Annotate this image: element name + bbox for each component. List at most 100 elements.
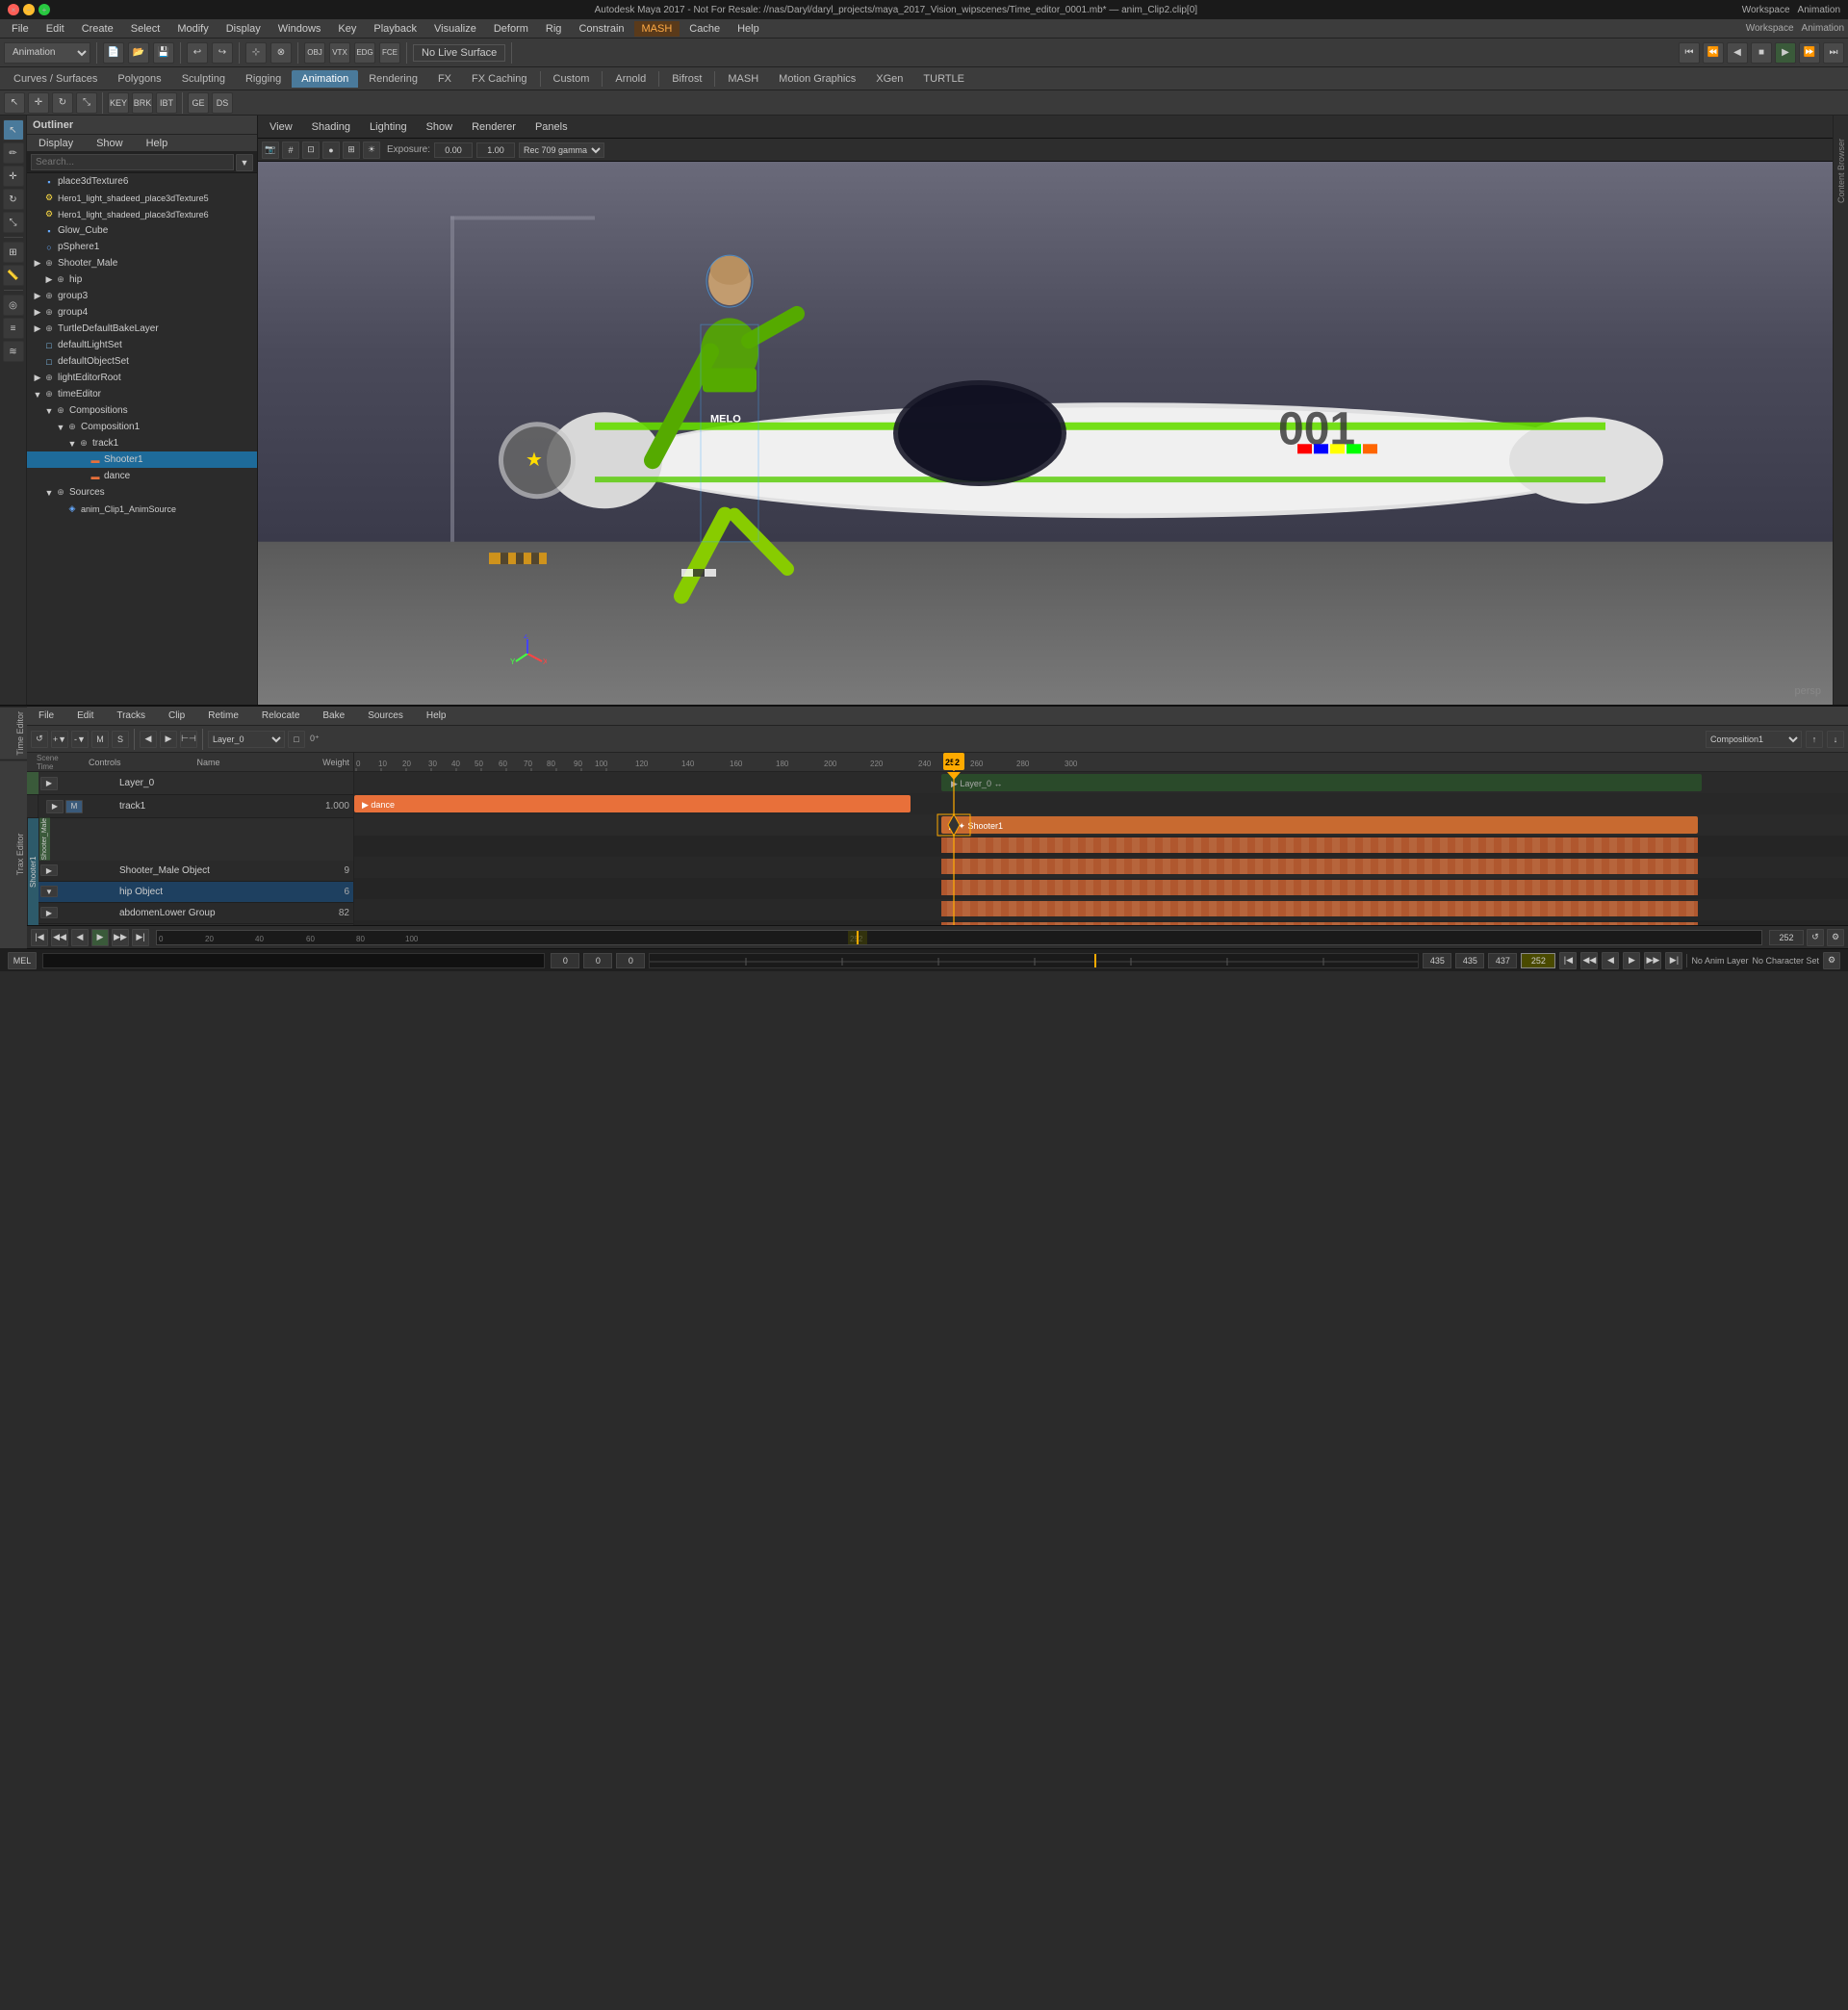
composition-dropdown[interactable]: Composition1 bbox=[1706, 731, 1802, 748]
timeline-tracks[interactable]: 0 10 20 30 40 50 60 bbox=[354, 753, 1848, 925]
track1-vis-btn[interactable]: ▶ bbox=[46, 800, 64, 813]
tree-turtle-bake[interactable]: ▶ ⊕ TurtleDefaultBakeLayer bbox=[27, 321, 257, 337]
tab-xgen[interactable]: XGen bbox=[866, 70, 912, 88]
end-input3[interactable] bbox=[1488, 953, 1517, 968]
move-tool-left[interactable]: ✛ bbox=[3, 166, 24, 187]
range-start2-input[interactable] bbox=[583, 953, 612, 968]
tab-fx[interactable]: FX bbox=[428, 70, 461, 88]
tree-compositions[interactable]: ▼ ⊕ Compositions bbox=[27, 402, 257, 419]
dope-sheet-btn[interactable]: DS bbox=[212, 92, 233, 114]
tab-motion-graphics[interactable]: Motion Graphics bbox=[769, 70, 865, 88]
mel-python-toggle[interactable]: MEL bbox=[8, 952, 37, 969]
track1-mute-btn[interactable]: M bbox=[65, 800, 83, 813]
tree-hip[interactable]: ▶ ⊕ hip bbox=[27, 271, 257, 288]
rotate-tool-left[interactable]: ↻ bbox=[3, 189, 24, 210]
tree-dance[interactable]: ▬ dance bbox=[27, 468, 257, 484]
track-layer0[interactable]: ▶ Layer_0 bbox=[27, 772, 353, 795]
te-add-track-btn[interactable]: +▼ bbox=[51, 731, 68, 748]
end-input1[interactable] bbox=[1423, 953, 1451, 968]
te-tracks-menu[interactable]: Tracks bbox=[109, 709, 153, 723]
vp-lighting-menu[interactable]: Lighting bbox=[362, 119, 415, 135]
outliner-show-menu[interactable]: Show bbox=[89, 136, 131, 151]
menu-modify[interactable]: Modify bbox=[169, 21, 216, 37]
tab-custom[interactable]: Custom bbox=[544, 70, 600, 88]
play-fwd-btn[interactable]: ▶ bbox=[1775, 42, 1796, 64]
tree-sources[interactable]: ▼ ⊕ Sources bbox=[27, 484, 257, 501]
vp-shading-menu[interactable]: Shading bbox=[304, 119, 358, 135]
tc-prev-btn[interactable]: ◀◀ bbox=[51, 929, 68, 946]
tc-prev-frame-btn[interactable]: ◀ bbox=[71, 929, 89, 946]
graph-editor-btn[interactable]: GE bbox=[188, 92, 209, 114]
menu-edit[interactable]: Edit bbox=[38, 21, 72, 37]
scale-tool-left[interactable]: ⤡ bbox=[3, 212, 24, 233]
current-frame-status[interactable] bbox=[1521, 953, 1555, 968]
tc-end-btn[interactable]: ▶| bbox=[132, 929, 149, 946]
tree-default-objectset[interactable]: □ defaultObjectSet bbox=[27, 353, 257, 370]
te-edit-menu[interactable]: Edit bbox=[69, 709, 101, 723]
main-timeline[interactable] bbox=[649, 953, 1419, 968]
select-tool-left[interactable]: ↖ bbox=[3, 119, 24, 141]
menu-create[interactable]: Create bbox=[74, 21, 121, 37]
edge-mode-btn[interactable]: EDG bbox=[354, 42, 375, 64]
inbetween-btn[interactable]: IBT bbox=[156, 92, 177, 114]
tree-composition1[interactable]: ▼ ⊕ Composition1 bbox=[27, 419, 257, 435]
select-tool[interactable]: ↖ bbox=[4, 92, 25, 114]
new-file-btn[interactable]: 📄 bbox=[103, 42, 124, 64]
tree-lighteditorroot[interactable]: ▶ ⊕ lightEditorRoot bbox=[27, 370, 257, 386]
clips-area[interactable]: ▶ Layer_0 ↔ ▶ dance ▶ ✦ Shooter1 bbox=[354, 772, 1848, 925]
maximize-button[interactable]: + bbox=[38, 4, 50, 15]
step-back-btn[interactable]: ⏪ bbox=[1703, 42, 1724, 64]
end-input2[interactable] bbox=[1455, 953, 1484, 968]
rotate-tool[interactable]: ↻ bbox=[52, 92, 73, 114]
tab-rigging[interactable]: Rigging bbox=[236, 70, 291, 88]
play-end-btn[interactable]: ⏭ bbox=[1823, 42, 1844, 64]
snap-tool[interactable]: ⊞ bbox=[3, 242, 24, 263]
te-relocate-menu[interactable]: Relocate bbox=[254, 709, 307, 723]
key-btn[interactable]: KEY bbox=[108, 92, 129, 114]
te-move-left-btn[interactable]: ◀ bbox=[140, 731, 157, 748]
content-browser-tab[interactable]: Content Browser bbox=[1836, 139, 1846, 203]
tree-group4[interactable]: ▶ ⊕ group4 bbox=[27, 304, 257, 321]
step-fwd-btn[interactable]: ⏩ bbox=[1799, 42, 1820, 64]
move-tool[interactable]: ✛ bbox=[28, 92, 49, 114]
vp-show-menu[interactable]: Show bbox=[419, 119, 461, 135]
te-refresh-btn[interactable]: ↺ bbox=[31, 731, 48, 748]
command-line[interactable] bbox=[42, 953, 545, 968]
loop-btn[interactable]: ↺ bbox=[1807, 929, 1824, 946]
tree-animsource[interactable]: ◈ anim_Clip1_AnimSource bbox=[27, 501, 257, 517]
te-clip-menu[interactable]: Clip bbox=[161, 709, 192, 723]
te-remove-track-btn[interactable]: -▼ bbox=[71, 731, 89, 748]
menu-playback[interactable]: Playback bbox=[366, 21, 424, 37]
select-btn[interactable]: ⊹ bbox=[245, 42, 267, 64]
attr-tool[interactable]: ≡ bbox=[3, 318, 24, 339]
te-export-btn[interactable]: ↑ bbox=[1806, 731, 1823, 748]
playback-settings-btn[interactable]: ⚙ bbox=[1827, 929, 1844, 946]
status-settings-btn[interactable]: ⚙ bbox=[1823, 952, 1840, 969]
playback-btn-prev[interactable]: ◀◀ bbox=[1580, 952, 1598, 969]
tab-mash[interactable]: MASH bbox=[718, 70, 768, 88]
menu-help[interactable]: Help bbox=[730, 21, 767, 37]
playback-btn-start[interactable]: |◀ bbox=[1559, 952, 1577, 969]
track-track1[interactable]: ▶ M track1 1.000 bbox=[27, 795, 353, 818]
vp-panels-menu[interactable]: Panels bbox=[527, 119, 576, 135]
breakdown-btn[interactable]: BRK bbox=[132, 92, 153, 114]
te-move-right-btn[interactable]: ▶ bbox=[160, 731, 177, 748]
undo-btn[interactable]: ↩ bbox=[187, 42, 208, 64]
tree-default-lightset[interactable]: □ defaultLightSet bbox=[27, 337, 257, 353]
range-input3[interactable] bbox=[616, 953, 645, 968]
tab-fx-caching[interactable]: FX Caching bbox=[462, 70, 536, 88]
search-options-btn[interactable]: ▼ bbox=[236, 154, 253, 171]
viewport-canvas[interactable]: 001 bbox=[258, 162, 1833, 705]
vp-renderer-menu[interactable]: Renderer bbox=[464, 119, 524, 135]
menu-mash[interactable]: MASH bbox=[634, 21, 680, 37]
outliner-display-menu[interactable]: Display bbox=[31, 136, 81, 151]
menu-cache[interactable]: Cache bbox=[681, 21, 728, 37]
tree-hero1-light1[interactable]: ⚙ Hero1_light_shadeed_place3dTexture5 bbox=[27, 190, 257, 206]
animation-dropdown[interactable]: Animation bbox=[4, 42, 90, 64]
menu-display[interactable]: Display bbox=[218, 21, 269, 37]
tree-psphere1[interactable]: ○ pSphere1 bbox=[27, 239, 257, 255]
tree-timeeditor[interactable]: ▼ ⊕ timeEditor bbox=[27, 386, 257, 402]
obj-mode-btn[interactable]: OBJ bbox=[304, 42, 325, 64]
playback-btn-end[interactable]: ▶| bbox=[1665, 952, 1682, 969]
scale-tool[interactable]: ⤡ bbox=[76, 92, 97, 114]
